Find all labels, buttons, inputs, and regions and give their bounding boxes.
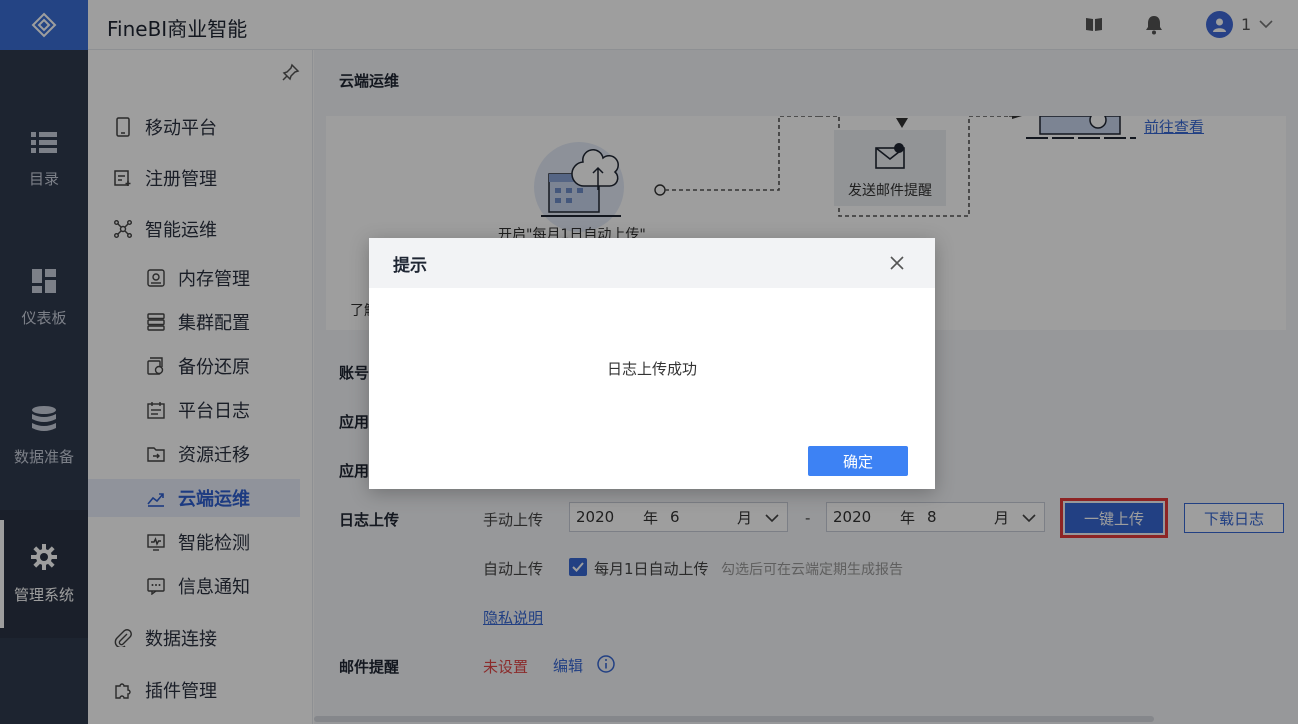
dialog-header: 提示 xyxy=(369,238,935,288)
alert-dialog: 提示 日志上传成功 确定 xyxy=(369,238,935,489)
dialog-title: 提示 xyxy=(393,255,427,276)
confirm-button[interactable]: 确定 xyxy=(808,446,908,476)
dialog-message: 日志上传成功 xyxy=(606,360,697,378)
close-icon[interactable] xyxy=(889,255,905,271)
